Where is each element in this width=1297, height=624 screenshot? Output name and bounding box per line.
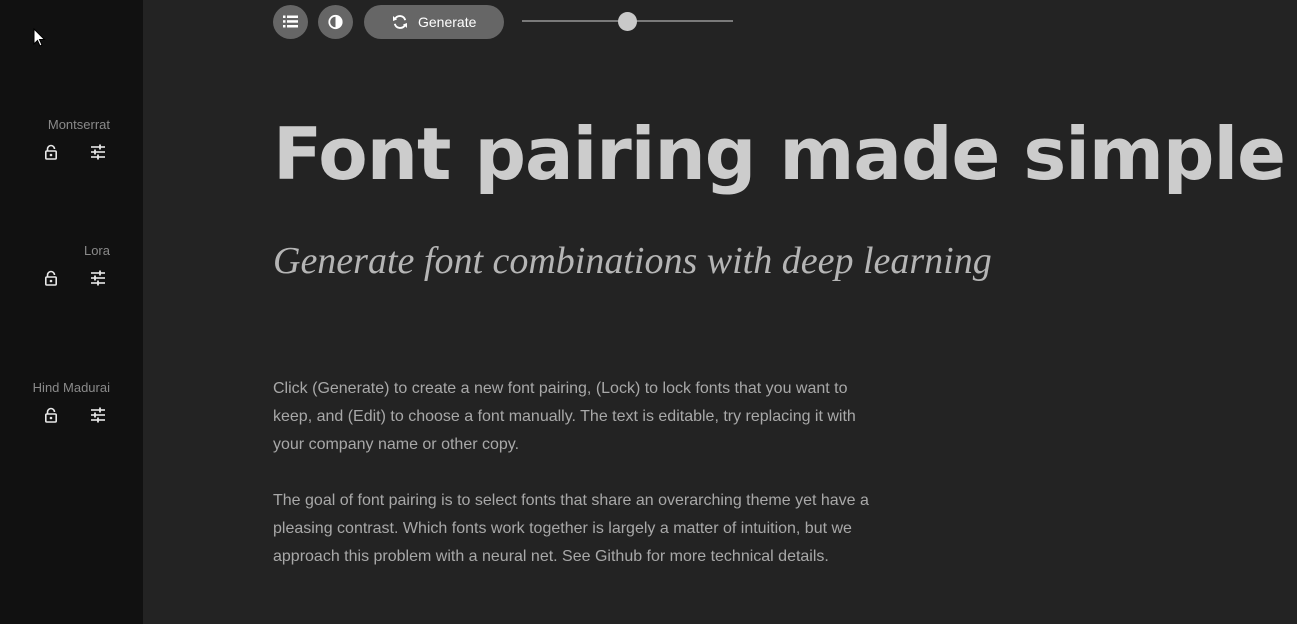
lock-icon[interactable] [43, 270, 59, 286]
size-slider[interactable] [522, 5, 733, 39]
font-sidebar: Montserrat Lora Hind Madurai [0, 0, 143, 624]
lock-icon[interactable] [43, 144, 59, 160]
contrast-button[interactable] [318, 5, 353, 39]
main-content: Generate Font pairing made simple Genera… [143, 0, 1297, 624]
sliders-icon[interactable] [90, 270, 106, 286]
sliders-icon[interactable] [90, 144, 106, 160]
body-paragraph: Click (Generate) to create a new font pa… [273, 380, 856, 453]
font-name-label: Lora [83, 243, 110, 258]
app-window: Montserrat Lora Hind Madurai Generate Fo… [0, 0, 1297, 624]
font-name-label: Hind Madurai [32, 380, 110, 395]
font-slot-controls [0, 144, 110, 162]
body-paragraph: The goal of font pairing is to select fo… [273, 492, 869, 565]
mouse-cursor-icon [33, 28, 46, 47]
font-slot-controls [0, 270, 110, 288]
list-icon [283, 15, 298, 28]
generate-button-label: Generate [418, 14, 477, 30]
font-slot-heading: Montserrat [0, 117, 110, 160]
font-slot-subheading: Lora [0, 243, 110, 286]
slider-thumb[interactable] [618, 12, 637, 31]
list-button[interactable] [273, 5, 308, 39]
refresh-icon [393, 15, 407, 29]
font-slot-body: Hind Madurai [0, 380, 110, 423]
page-subtitle: Generate font combinations with deep lea… [273, 240, 992, 282]
sliders-icon[interactable] [90, 407, 106, 423]
font-name-label: Montserrat [47, 117, 110, 132]
page-title: Font pairing made simple [273, 112, 1286, 196]
contrast-icon [328, 14, 343, 30]
lock-icon[interactable] [43, 407, 59, 423]
generate-button[interactable]: Generate [364, 5, 504, 39]
font-slot-controls [0, 407, 110, 425]
